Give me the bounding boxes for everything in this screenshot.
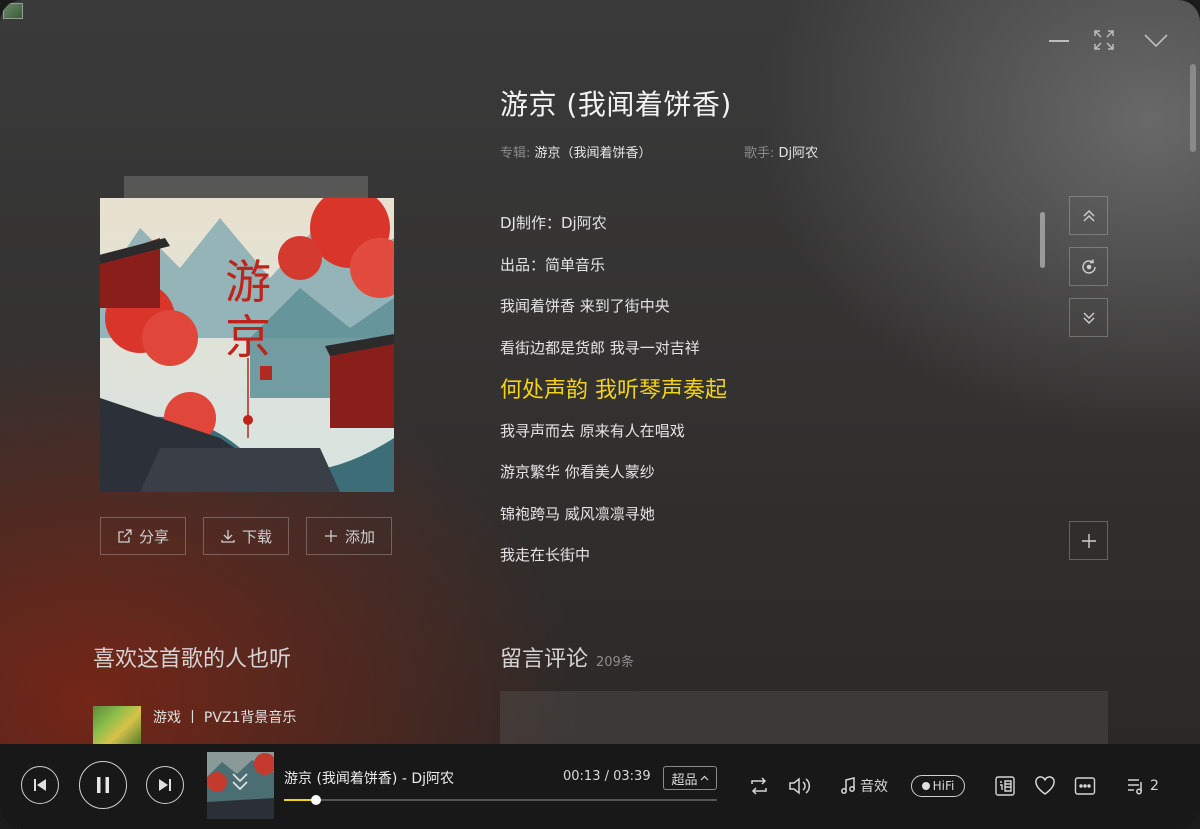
cover-char-1: 游	[225, 255, 271, 309]
total-time: 03:39	[613, 769, 651, 784]
progress-bar[interactable]	[284, 795, 717, 805]
volume-icon	[789, 777, 811, 795]
comment-input-box[interactable]	[500, 691, 1108, 751]
plus-icon	[1081, 533, 1096, 548]
song-title: 游京 (我闻着饼香)	[500, 88, 732, 121]
add-button[interactable]: 添加	[306, 517, 392, 555]
more-button[interactable]	[1074, 774, 1096, 798]
album-info: 专辑: 游京（我闻着饼香）	[500, 142, 652, 161]
elapsed-time: 00:13	[563, 769, 601, 784]
hifi-label: HiFi	[932, 779, 955, 793]
player-bar: 游京 (我闻着饼香) - Dj阿农 00:13 / 03:39 超品 音效 Hi…	[0, 744, 1200, 829]
lyrics-locate-button[interactable]	[1069, 247, 1108, 286]
double-chevron-up-icon	[1083, 209, 1094, 221]
chevron-down-icon[interactable]	[1143, 28, 1169, 52]
lyrics-icon	[995, 776, 1015, 796]
playlist-button[interactable]: 2	[1126, 774, 1159, 798]
lyrics-down-button[interactable]	[1069, 298, 1108, 337]
mini-cover[interactable]	[207, 752, 274, 819]
loop-button[interactable]	[748, 774, 770, 798]
album-label: 专辑:	[500, 146, 531, 161]
comments-label: 留言评论	[500, 647, 589, 672]
comment-count: 209条	[596, 655, 634, 670]
hifi-dot	[921, 782, 930, 790]
hifi-toggle[interactable]: HiFi	[911, 775, 965, 797]
share-label: 分享	[138, 527, 169, 546]
similar-item-title[interactable]: 游戏 丨 PVZ1背景音乐	[153, 707, 296, 727]
similar-item-thumbnail[interactable]	[93, 706, 141, 746]
favorite-button[interactable]	[1034, 774, 1056, 798]
add-label: 添加	[344, 527, 375, 546]
desktop-lyrics-button[interactable]	[994, 774, 1016, 798]
similar-songs-title: 喜欢这首歌的人也听	[93, 647, 292, 672]
minimize-icon[interactable]	[1047, 28, 1073, 52]
volume-button[interactable]	[788, 774, 812, 798]
cover-char-2: 京	[225, 310, 271, 364]
fullscreen-icon[interactable]	[1092, 28, 1118, 52]
quality-label: 超品	[671, 772, 698, 788]
previous-button[interactable]	[21, 766, 59, 804]
skip-next-icon	[159, 779, 171, 791]
locate-icon	[1081, 259, 1096, 274]
lyric-line: DJ制作：Dj阿农	[500, 214, 607, 232]
lyrics-scrollbar[interactable]	[1040, 212, 1045, 268]
album-cover: 游 京	[100, 198, 394, 492]
page-scrollbar[interactable]	[1190, 64, 1196, 152]
player-window: 游京 (我闻着饼香) 专辑: 游京（我闻着饼香） 歌手: Dj阿农 游 京 分享…	[0, 0, 1200, 829]
double-chevron-down-icon	[1083, 312, 1094, 324]
pause-icon	[97, 777, 109, 793]
lyric-line: 我走在长街中	[500, 546, 591, 564]
app-corner-icon	[3, 3, 23, 19]
share-icon	[118, 529, 132, 543]
next-button[interactable]	[146, 766, 184, 804]
heart-icon	[1035, 776, 1055, 795]
chevron-up-icon	[700, 775, 708, 781]
progress-handle[interactable]	[311, 795, 322, 805]
playlist-icon	[1128, 779, 1142, 795]
lyric-line: 我闻着饼香 来到了街中央	[500, 297, 670, 315]
playlist-count: 2	[1150, 778, 1159, 794]
plus-icon	[324, 530, 337, 542]
share-button[interactable]: 分享	[100, 517, 186, 555]
lyric-line: 出品：简单音乐	[500, 256, 606, 274]
repeat-icon	[751, 777, 767, 795]
comments-title: 留言评论 209条	[500, 641, 634, 673]
download-button[interactable]: 下载	[203, 517, 289, 555]
lyric-line-active: 何处声韵 我听琴声奏起	[500, 378, 727, 403]
lyric-line: 游京繁华 你看美人蒙纱	[500, 463, 655, 481]
effects-button[interactable]: 音效	[840, 774, 888, 798]
lyrics-add-button[interactable]	[1069, 521, 1108, 560]
lyric-line: 我寻声而去 原来有人在唱戏	[500, 422, 685, 440]
quality-button[interactable]: 超品	[663, 766, 717, 790]
time-display: 00:13 / 03:39	[563, 769, 651, 784]
cover-shadow	[124, 176, 368, 200]
artist-label: 歌手:	[744, 146, 775, 161]
time-separator: /	[600, 769, 614, 784]
lyrics-up-button[interactable]	[1069, 196, 1108, 235]
effects-label: 音效	[860, 779, 888, 795]
skip-previous-icon	[34, 779, 46, 791]
music-note-icon	[841, 777, 855, 794]
pause-button[interactable]	[79, 761, 127, 809]
download-label: 下载	[241, 527, 272, 546]
lyric-line: 看街边都是货郎 我寻一对吉祥	[500, 339, 700, 357]
now-playing-title[interactable]: 游京 (我闻着饼香) - Dj阿农	[284, 768, 454, 788]
artist-link[interactable]: Dj阿农	[779, 146, 819, 161]
download-icon	[221, 530, 235, 543]
lyric-line: 锦袍跨马 威风凛凛寻她	[500, 505, 655, 523]
artist-info: 歌手: Dj阿农	[744, 142, 818, 161]
album-link[interactable]: 游京（我闻着饼香）	[535, 146, 652, 161]
more-icon	[1074, 777, 1096, 795]
